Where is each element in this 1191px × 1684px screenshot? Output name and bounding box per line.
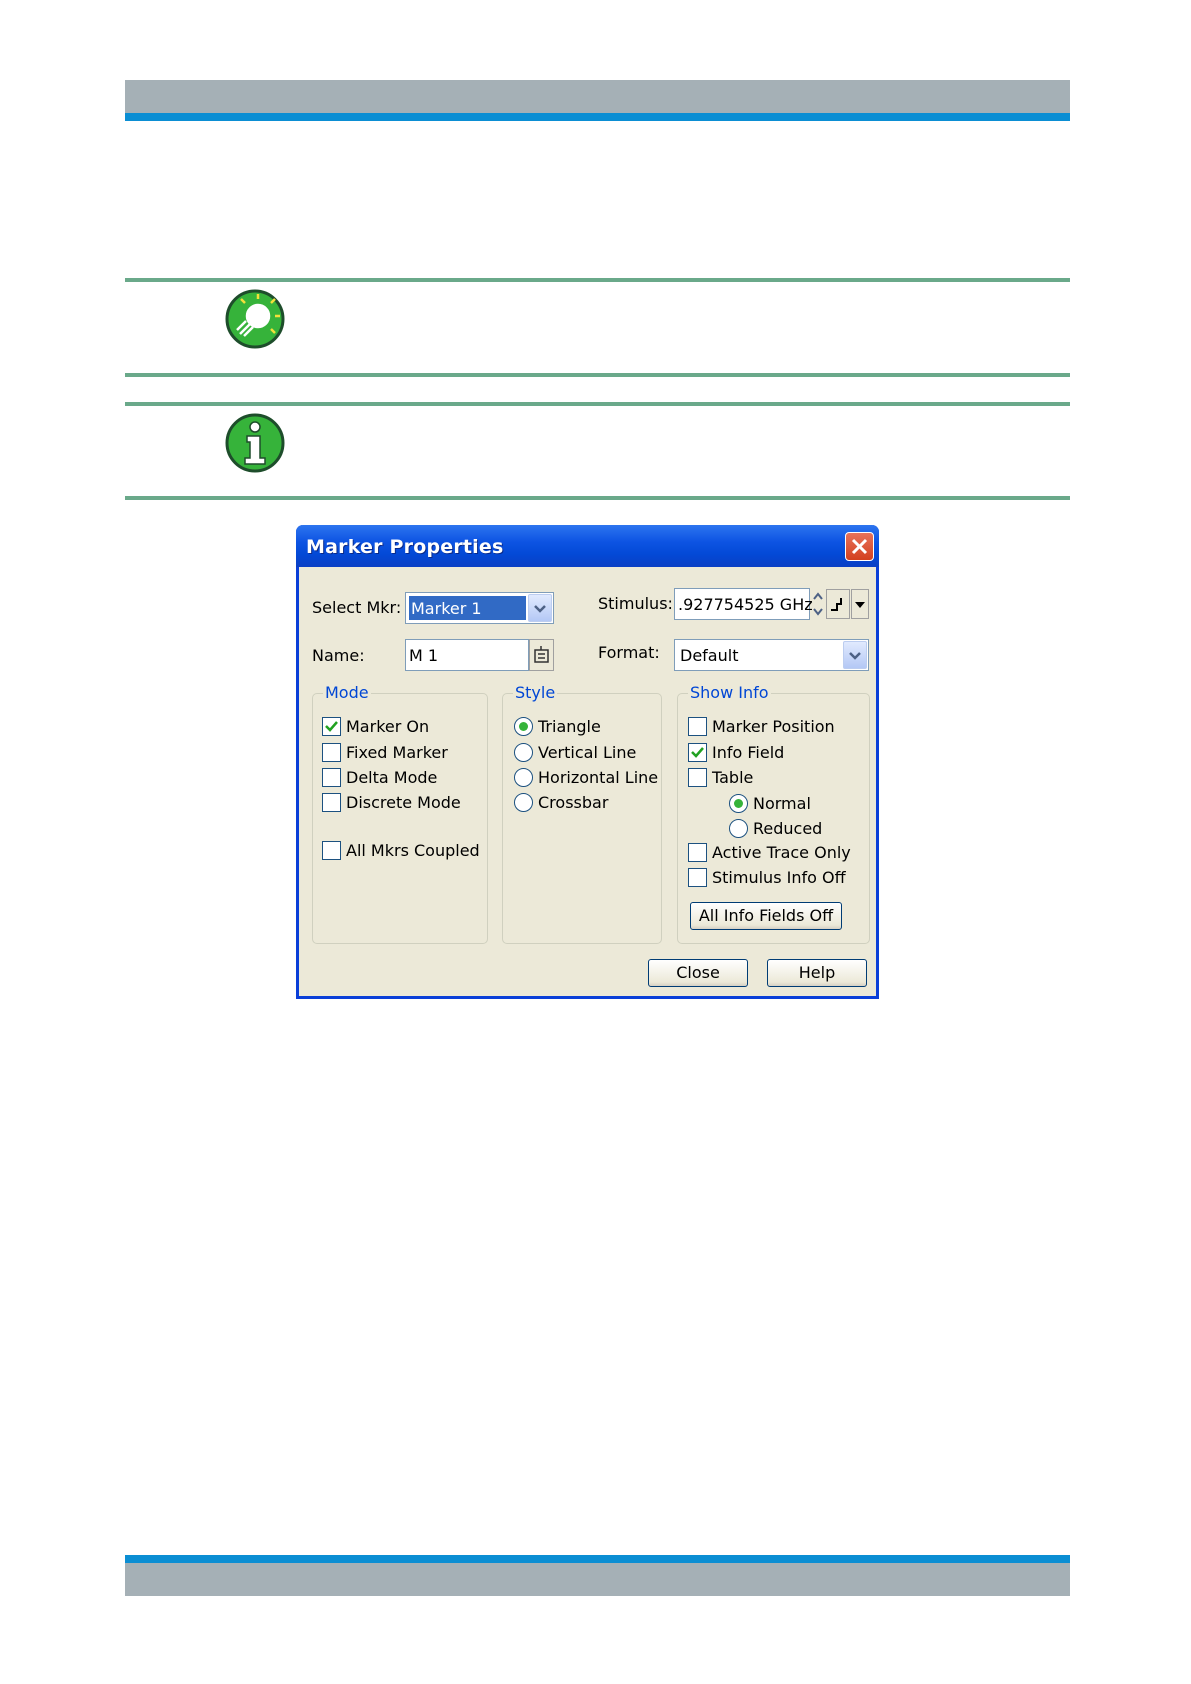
stimulus-input[interactable]: .927754525 GHz bbox=[674, 588, 813, 620]
all-info-fields-off-button[interactable]: All Info Fields Off bbox=[690, 902, 842, 930]
header-band bbox=[125, 80, 1070, 113]
select-mkr-dropdown[interactable]: Marker 1 bbox=[405, 592, 554, 624]
check-icon bbox=[325, 721, 338, 732]
step-size-button[interactable] bbox=[826, 589, 850, 619]
name-value: M 1 bbox=[409, 646, 439, 665]
show-info-group-label: Show Info bbox=[688, 683, 771, 702]
keyboard-icon bbox=[534, 646, 549, 663]
format-dropdown[interactable]: Default bbox=[674, 639, 869, 671]
mode-group: Mode Marker On Fixed Marker Delta Mode D… bbox=[312, 683, 488, 944]
format-label: Format: bbox=[598, 643, 660, 662]
select-mkr-value: Marker 1 bbox=[411, 599, 482, 618]
footer-band bbox=[125, 1563, 1070, 1596]
chevron-down-icon bbox=[534, 605, 546, 613]
format-dropdown-button[interactable] bbox=[843, 641, 867, 669]
tip-bottom-rule bbox=[125, 373, 1070, 377]
show-info-group: Show Info Marker Position Info Field Tab… bbox=[677, 683, 870, 944]
spin-arrows-icon bbox=[813, 592, 823, 616]
step-icon bbox=[831, 598, 842, 611]
close-button[interactable]: Close bbox=[648, 959, 748, 987]
name-label: Name: bbox=[312, 646, 365, 665]
note-bottom-rule bbox=[125, 496, 1070, 500]
mode-group-label: Mode bbox=[323, 683, 371, 702]
style-group: Style Triangle Vertical Line Horizontal … bbox=[502, 683, 662, 944]
triangle-down-icon bbox=[855, 602, 865, 608]
select-mkr-label: Select Mkr: bbox=[312, 598, 402, 617]
help-button[interactable]: Help bbox=[767, 959, 867, 987]
tip-top-rule bbox=[125, 278, 1070, 282]
dialog-title: Marker Properties bbox=[306, 536, 504, 558]
header-accent bbox=[125, 113, 1070, 121]
stimulus-label: Stimulus: bbox=[598, 594, 673, 613]
name-input[interactable]: M 1 bbox=[405, 639, 529, 671]
stimulus-menu-button[interactable] bbox=[851, 589, 869, 619]
footer-accent bbox=[125, 1555, 1070, 1563]
lightbulb-icon bbox=[225, 289, 285, 349]
format-value: Default bbox=[680, 646, 739, 665]
check-icon bbox=[691, 747, 704, 758]
stimulus-spinner[interactable] bbox=[811, 588, 825, 620]
marker-properties-dialog: Marker Properties Select Mkr: Marker 1 S… bbox=[296, 525, 879, 999]
keyboard-button[interactable] bbox=[529, 639, 554, 671]
stimulus-value: .927754525 GHz bbox=[678, 595, 813, 614]
note-top-rule bbox=[125, 402, 1070, 406]
select-mkr-dropdown-button[interactable] bbox=[528, 594, 552, 622]
style-group-label: Style bbox=[513, 683, 558, 702]
close-icon bbox=[851, 538, 868, 555]
close-window-button[interactable] bbox=[845, 532, 874, 561]
chevron-down-icon bbox=[849, 652, 861, 660]
dialog-title-bar[interactable]: Marker Properties bbox=[296, 525, 879, 567]
info-icon bbox=[225, 413, 285, 473]
